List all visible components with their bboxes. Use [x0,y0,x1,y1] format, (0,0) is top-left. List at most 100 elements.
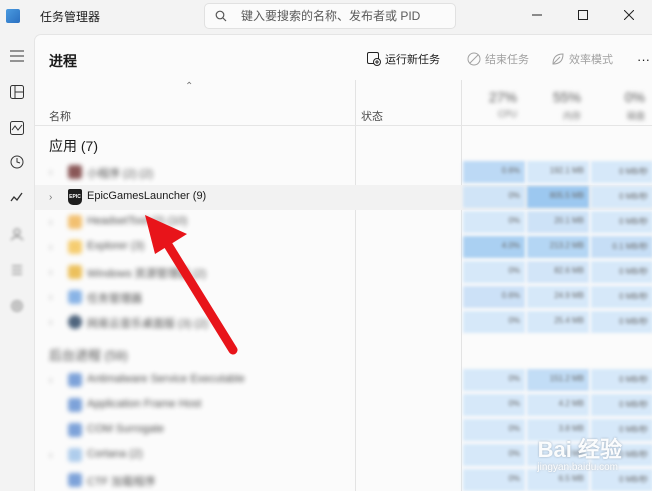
services-icon [11,300,23,312]
metric-cell: 0 MB/秒 [591,311,652,333]
metric-value: 0.1 MB/秒 [612,242,648,251]
sidebar [0,34,34,491]
title-bar: 任务管理器 [0,0,652,34]
metric-cell: 192.1 MB [527,161,589,183]
cpu-percent: 27% [488,89,517,105]
chevron-right-icon[interactable]: › [49,192,52,203]
chevron-right-icon[interactable]: › [49,267,52,278]
users-icon [10,228,24,241]
metric-value: 0 MB/秒 [619,167,648,176]
app-icon [68,215,82,229]
more-options-button[interactable]: ··· [637,47,650,71]
startup-icon [10,192,23,202]
metric-value: 0% [508,374,520,383]
metric-value: 4.0% [501,241,520,250]
metric-value: 0% [508,266,520,275]
disk-label: 磁盘 [626,111,645,121]
menu-button[interactable] [2,42,32,70]
metric-value: 0 MB/秒 [619,400,648,409]
column-header-name[interactable]: 名称 [49,108,71,124]
details-icon [12,265,22,275]
search-input[interactable] [235,4,462,28]
column-header-status[interactable]: 状态 [361,108,383,124]
maximize-button[interactable] [560,0,606,30]
nav-processes[interactable] [2,78,32,106]
metric-cell: 20.1 MB [527,211,589,233]
process-name: Antimalware Service Executable [87,373,245,385]
metric-value: 213.2 MB [549,241,584,250]
chevron-right-icon[interactable]: › [49,317,52,328]
app-icon [68,473,82,487]
column-header-cpu[interactable]: 27% CPU [465,85,525,125]
nav-users[interactable] [2,220,32,248]
process-name: 小程序 (2) (2) [87,168,153,180]
metric-cell: 0 MB/秒 [591,161,652,183]
nav-details[interactable] [2,256,32,284]
metric-cell: 0% [463,394,525,416]
run-new-task-button[interactable]: 运行新任务 [367,47,440,71]
column-header-disk[interactable]: 0% 磁盘 [593,85,652,125]
search-box[interactable] [204,3,462,29]
efficiency-mode-label: 效率模式 [569,54,613,66]
metric-cell: 0 MB/秒 [591,186,652,208]
metric-value: 805.5 MB [549,191,584,200]
chevron-right-icon[interactable]: › [49,242,52,253]
chevron-right-icon[interactable]: › [49,217,52,228]
minimize-button[interactable] [514,0,560,30]
chevron-right-icon[interactable]: › [49,292,52,303]
app-icon [68,290,82,304]
task-manager-icon [6,9,20,23]
end-task-label: 结束任务 [485,54,529,66]
app-icon [68,423,82,437]
metric-cell: 805.5 MB [527,186,589,208]
red-arrow-annotation [145,215,238,355]
end-task-button[interactable]: 结束任务 [467,47,529,71]
metric-value: 0 MB/秒 [619,292,648,301]
run-new-task-label: 运行新任务 [385,54,440,66]
nav-performance[interactable] [2,114,32,142]
metric-cell: 24.9 MB [527,286,589,308]
chevron-right-icon[interactable]: › [49,167,52,178]
nav-services[interactable] [2,292,32,320]
metric-value: 0 MB/秒 [619,192,648,201]
nav-app-history[interactable] [2,148,32,176]
metric-value: 192.1 MB [549,166,584,175]
process-name: EpicGamesLauncher (9) [87,190,207,202]
section-background[interactable]: 后台进程 (59) [49,345,128,364]
leaf-icon [552,53,564,65]
metric-value: 0 MB/秒 [619,217,648,226]
metric-value: 0 MB/秒 [619,375,648,384]
nav-startup[interactable] [2,184,32,212]
metric-cell: 0 MB/秒 [591,394,652,416]
metric-cell: 0 MB/秒 [591,211,652,233]
metric-value: 82.6 MB [554,266,584,275]
metric-cell: 0.6% [463,286,525,308]
metric-cell: 0 MB/秒 [591,369,652,391]
epic-games-icon: EPIC [68,189,82,205]
metric-value: 25.4 MB [554,316,584,325]
metric-value: 0% [508,216,520,225]
baidu-jingyan-watermark: Bai 经验 jingyan.baidu.com [500,432,640,482]
metric-value: 0 MB/秒 [619,317,648,326]
column-header-memory[interactable]: 55% 内存 [529,85,589,125]
chevron-right-icon[interactable]: › [49,375,52,386]
header-divider [35,125,652,126]
process-name: Cortana (2) [87,448,143,460]
close-button[interactable] [606,0,652,30]
metric-cell: 82.6 MB [527,261,589,283]
app-history-icon [10,155,24,169]
metric-cell: 151.2 MB [527,369,589,391]
metric-cell: 0% [463,186,525,208]
section-apps[interactable]: 应用 (7) [49,136,98,156]
efficiency-mode-button[interactable]: 效率模式 [551,47,613,71]
memory-label: 内存 [562,111,581,121]
process-name: COM Surrogate [87,423,165,435]
metric-cell: 0.6% [463,161,525,183]
app-icon [68,165,82,179]
chevron-right-icon[interactable]: › [49,450,52,461]
metric-value: 151.2 MB [549,374,584,383]
new-task-icon [367,52,381,66]
sort-up-icon[interactable]: ⌃ [185,81,193,92]
metric-value: 0 MB/秒 [619,267,648,276]
metric-cell: 213.2 MB [527,236,589,258]
